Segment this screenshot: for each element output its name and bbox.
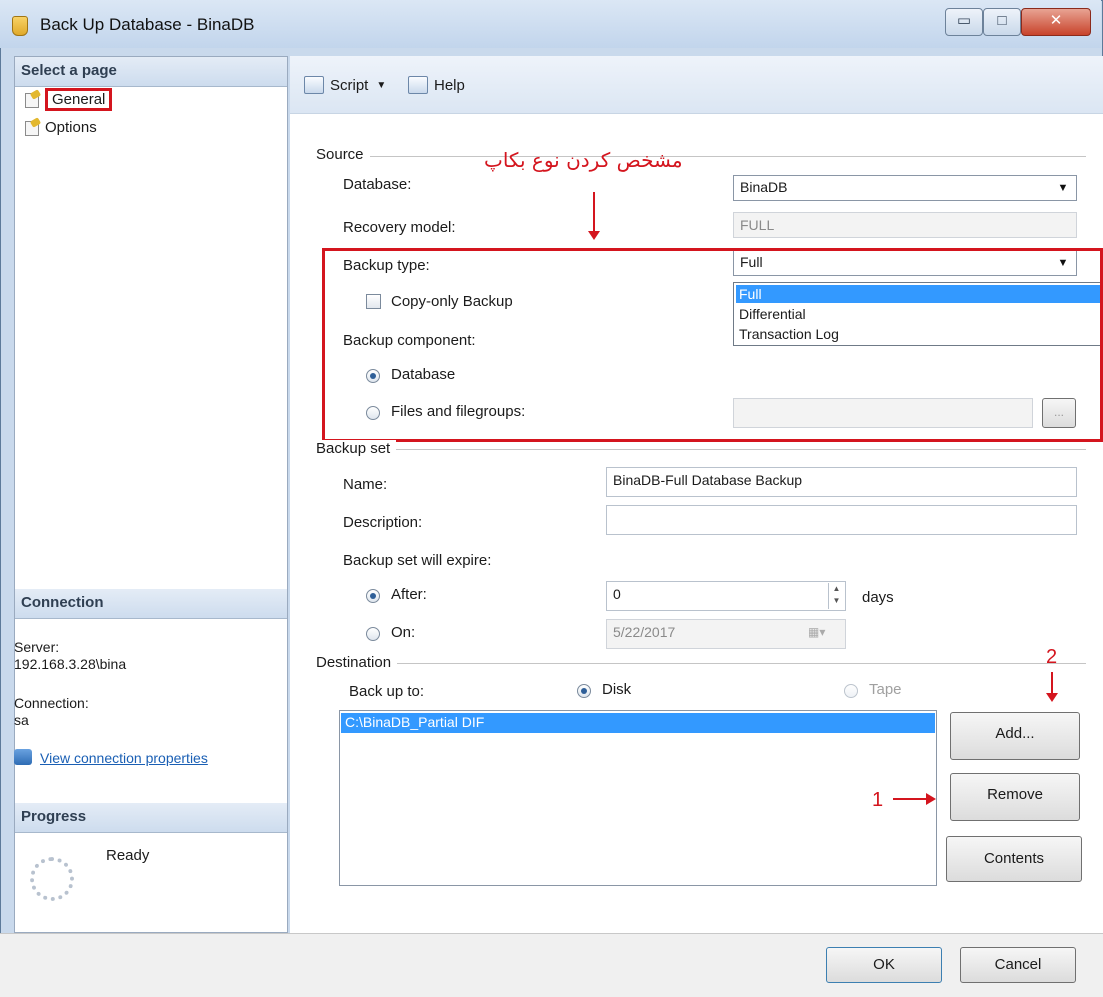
- recovery-model-field: FULL: [733, 212, 1077, 238]
- ok-button[interactable]: OK: [826, 947, 942, 983]
- script-button[interactable]: Script ▼: [304, 76, 386, 94]
- maximize-button[interactable]: □: [983, 8, 1021, 36]
- select-page-header: Select a page: [15, 57, 287, 87]
- script-label: Script: [330, 76, 369, 94]
- destination-list[interactable]: C:\BinaDB_Partial DIF: [339, 710, 937, 886]
- help-icon: [408, 76, 428, 94]
- destination-group-label: Destination: [316, 654, 398, 671]
- expire-on-label: On:: [391, 624, 416, 641]
- server-value: 192.168.3.28\bina: [14, 656, 127, 672]
- description-input[interactable]: [606, 505, 1077, 535]
- calendar-icon: ▦▾: [808, 625, 826, 639]
- description-label: Description:: [343, 514, 423, 531]
- database-label: Database:: [343, 176, 412, 193]
- sidebar-item-label: General: [45, 87, 113, 111]
- annotation-marker-1: 1: [872, 789, 884, 811]
- expire-label: Backup set will expire:: [343, 552, 492, 569]
- database-icon: [12, 16, 28, 36]
- remove-button[interactable]: Remove: [950, 773, 1080, 821]
- chevron-down-icon[interactable]: ▼: [1054, 178, 1072, 198]
- days-label: days: [862, 589, 894, 606]
- annotation-arrowhead-1: [926, 793, 936, 805]
- help-label: Help: [434, 76, 465, 94]
- annotation-arrow-2: [1046, 672, 1058, 702]
- connection-value: sa: [14, 712, 29, 728]
- help-button[interactable]: Help: [408, 76, 465, 94]
- recovery-model-label: Recovery model:: [343, 219, 456, 236]
- sidebar-item-general[interactable]: General: [23, 87, 113, 111]
- source-group-label: Source: [316, 146, 370, 163]
- back-up-to-label: Back up to:: [349, 683, 425, 700]
- expire-days-input[interactable]: 0: [606, 581, 846, 611]
- expire-after-label: After:: [391, 586, 427, 603]
- page-settings-icon: [23, 119, 41, 136]
- list-item[interactable]: C:\BinaDB_Partial DIF: [341, 713, 935, 733]
- persian-annotation: مشخص کردن نوع بکاپ: [484, 148, 683, 172]
- progress-spinner-icon: [30, 857, 74, 901]
- target-disk-radio[interactable]: [577, 684, 591, 698]
- progress-header: Progress: [15, 803, 287, 833]
- cancel-button[interactable]: Cancel: [960, 947, 1076, 983]
- expire-on-radio[interactable]: [366, 627, 380, 641]
- database-select[interactable]: BinaDB ▼: [733, 175, 1077, 201]
- progress-status: Ready: [106, 847, 150, 864]
- minimize-button[interactable]: ▭: [945, 8, 983, 36]
- page-settings-icon: [23, 91, 41, 108]
- close-button[interactable]: ✕: [1021, 8, 1091, 36]
- destination-divider: [316, 663, 1086, 664]
- spinner-arrows-icon[interactable]: ▲ ▼: [828, 583, 844, 609]
- annotation-marker-2: 2: [1046, 646, 1058, 668]
- connection-header: Connection: [15, 589, 287, 619]
- database-select-value: BinaDB: [740, 179, 788, 195]
- sidebar-item-label: Options: [45, 118, 97, 136]
- backup-set-divider: [316, 449, 1086, 450]
- connection-label: Connection:: [14, 695, 89, 711]
- add-button[interactable]: Add...: [950, 712, 1080, 760]
- view-connection-properties-link[interactable]: View connection properties: [40, 750, 208, 766]
- sidebar: Select a page General Options Connection…: [14, 56, 288, 933]
- script-icon: [304, 76, 324, 94]
- connection-properties-icon: [14, 749, 32, 765]
- server-label: Server:: [14, 639, 60, 655]
- target-disk-label: Disk: [602, 681, 632, 698]
- backup-type-highlight: [322, 248, 1103, 442]
- target-tape-radio[interactable]: [844, 684, 858, 698]
- chevron-down-icon[interactable]: ▼: [376, 80, 386, 91]
- window-title: Back Up Database - BinaDB: [40, 15, 255, 34]
- target-tape-label: Tape: [869, 681, 902, 698]
- name-label: Name:: [343, 476, 388, 493]
- backup-set-group-label: Backup set: [316, 440, 397, 457]
- contents-button[interactable]: Contents: [946, 836, 1082, 882]
- sidebar-item-options[interactable]: Options: [23, 117, 97, 137]
- annotation-arrow-down: [588, 192, 600, 240]
- backup-name-input[interactable]: BinaDB-Full Database Backup: [606, 467, 1077, 497]
- annotation-arrow-1: [893, 798, 927, 800]
- source-divider: [316, 156, 1086, 157]
- expire-after-radio[interactable]: [366, 589, 380, 603]
